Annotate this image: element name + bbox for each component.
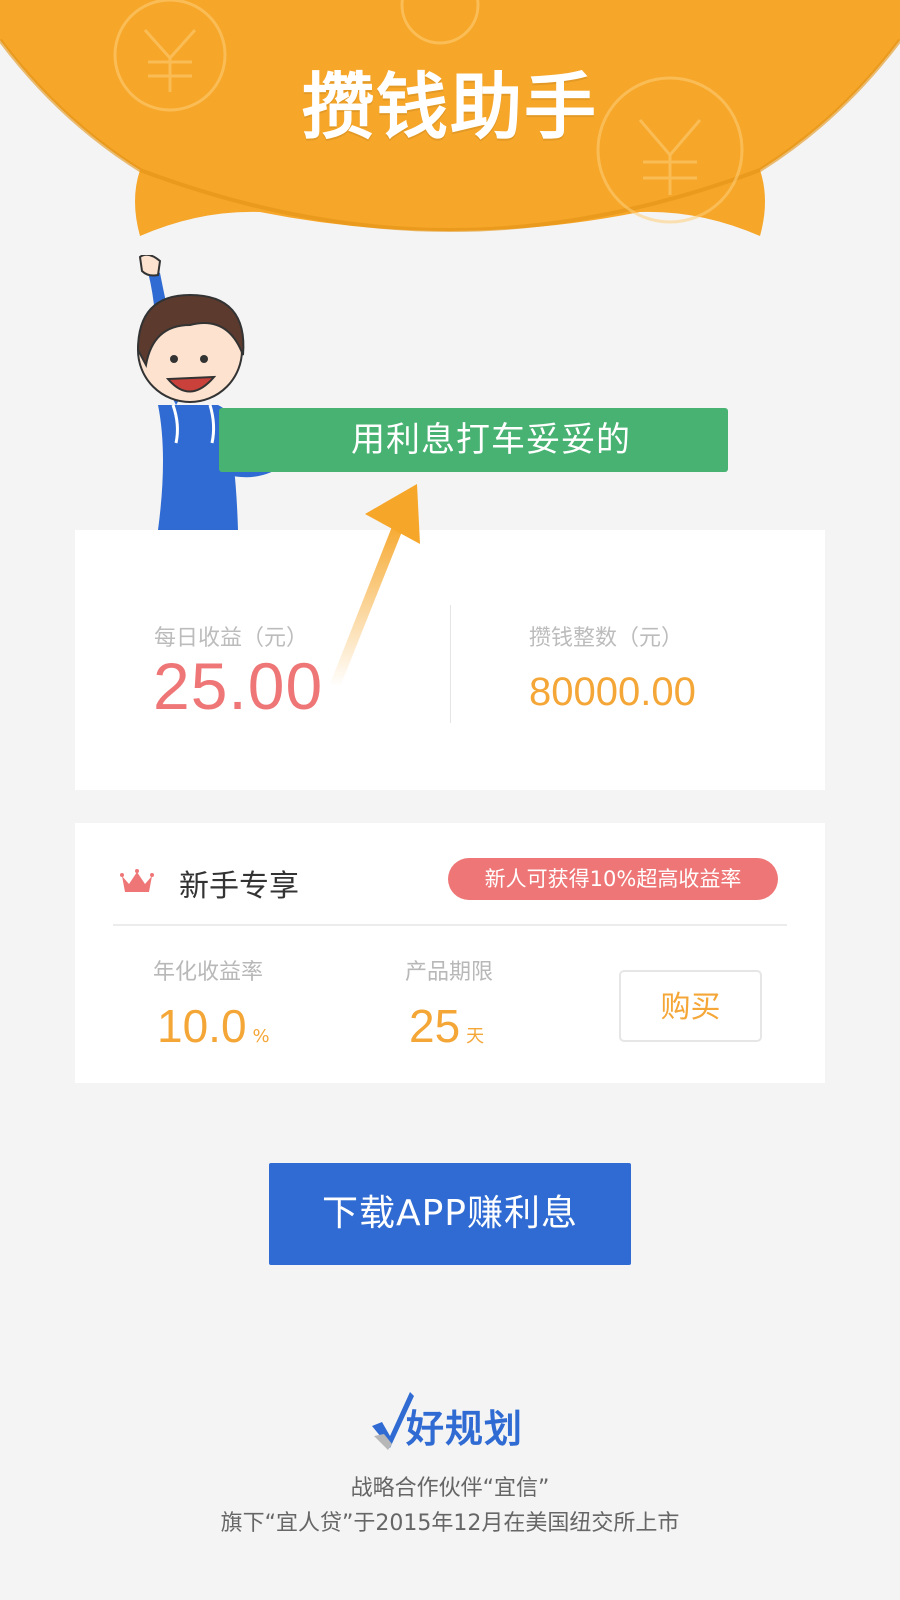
brand-name: 好规划 bbox=[406, 1407, 524, 1451]
earnings-divider bbox=[450, 605, 451, 723]
hero-banner: 攒钱助手 bbox=[0, 0, 900, 250]
crown-icon bbox=[120, 869, 154, 892]
mascot-illustration bbox=[136, 255, 318, 530]
arrow-up-icon bbox=[330, 484, 420, 687]
newbie-title: 新手专享 bbox=[179, 869, 299, 904]
product-term-value: 25 天 bbox=[409, 999, 484, 1053]
newbie-product-card: 新手专享 新人可获得10%超高收益率 年化收益率 10.0% 产品期限 25 天 … bbox=[75, 823, 825, 1083]
total-savings-label: 攒钱整数（元） bbox=[529, 626, 684, 651]
earnings-card: 每日收益（元） 25.00 攒钱整数（元） 80000.00 bbox=[75, 530, 825, 790]
page-title: 攒钱助手 bbox=[301, 65, 598, 149]
download-app-button[interactable]: 下载APP赚利息 bbox=[269, 1163, 631, 1265]
annual-rate-number: 10.0 bbox=[157, 1000, 247, 1052]
brand-logo: 好规划 bbox=[370, 1388, 540, 1452]
newbie-divider bbox=[113, 924, 787, 926]
product-term-number: 25 bbox=[409, 1000, 461, 1052]
footer-partner-text: 战略合作伙伴“宜信” bbox=[350, 1476, 550, 1501]
daily-earnings-value: 25.00 bbox=[153, 649, 324, 723]
annual-rate-label: 年化收益率 bbox=[153, 960, 264, 985]
buy-button[interactable]: 购买 bbox=[619, 970, 762, 1042]
footer-listing-text: 旗下“宜人贷”于2015年12月在美国纽交所上市 bbox=[220, 1511, 680, 1536]
promo-badge: 新人可获得10%超高收益率 bbox=[448, 858, 778, 900]
product-term-unit: 天 bbox=[466, 1026, 485, 1047]
slogan-banner: 用利息打车妥妥的 bbox=[219, 408, 728, 472]
total-savings-value: 80000.00 bbox=[529, 670, 696, 714]
product-term-label: 产品期限 bbox=[405, 960, 494, 985]
annual-rate-unit: % bbox=[252, 1026, 270, 1047]
annual-rate-value: 10.0% bbox=[157, 999, 270, 1053]
